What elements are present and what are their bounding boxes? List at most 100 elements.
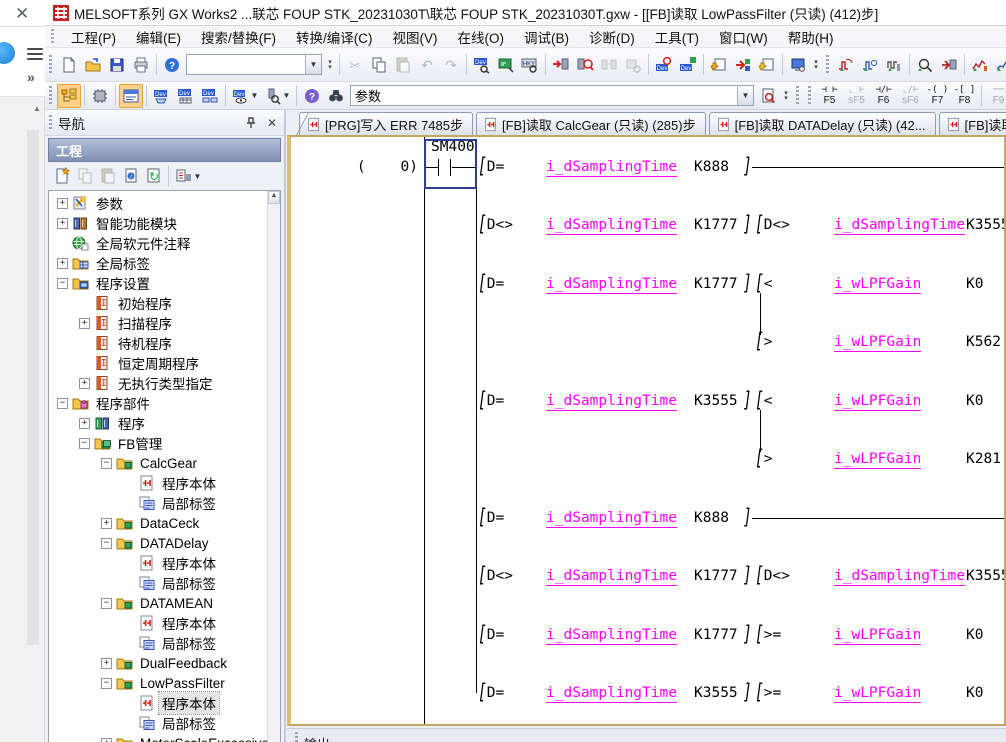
menu-转换/编译[interactable]: 转换/编译(C) — [286, 25, 383, 49]
expand-toggle-icon[interactable]: + — [57, 218, 68, 229]
device-display-button[interactable]: Dev — [174, 84, 198, 108]
tree-item[interactable]: 局部标签 — [49, 573, 266, 593]
panel-grip[interactable] — [49, 115, 52, 131]
save-project-button[interactable] — [105, 53, 129, 77]
ladder-cursor[interactable] — [424, 139, 477, 189]
menu-工具[interactable]: 工具(T) — [645, 25, 709, 49]
find-binoculars-button[interactable] — [324, 84, 348, 108]
menu-窗口[interactable]: 窗口(W) — [709, 25, 778, 49]
tree-item[interactable]: 初始程序 — [49, 293, 266, 313]
editor-tab[interactable]: [FB]读取 DATADelay (只读) (42... — [709, 112, 936, 135]
expand-toggle-icon[interactable]: − — [101, 678, 112, 689]
output-panel[interactable]: 输出 — [287, 728, 1006, 742]
chevron-down-icon[interactable]: ▼ — [737, 86, 753, 105]
menu-搜索/替换[interactable]: 搜索/替换(F) — [191, 25, 286, 49]
chevron-down-icon[interactable]: ▼ — [283, 91, 291, 100]
expand-toggle-icon[interactable]: − — [57, 278, 68, 289]
scroll-up-icon[interactable]: ▲ — [268, 191, 280, 204]
function-block-selection-button[interactable] — [88, 84, 112, 108]
device-label-display-button[interactable]: Dev — [198, 84, 222, 108]
hamburger-menu-icon[interactable] — [27, 45, 43, 63]
toolbar-grip[interactable] — [51, 29, 54, 45]
chevron-down-icon[interactable]: ▼ — [305, 55, 321, 74]
property-button[interactable]: i — [119, 165, 142, 188]
intelligent-monitor-button[interactable] — [937, 53, 961, 77]
tree-item[interactable]: −程序设置 — [49, 273, 266, 293]
device-batch-button[interactable] — [621, 53, 645, 77]
open-project-button[interactable] — [81, 53, 105, 77]
close-panel-icon[interactable]: ✕ — [263, 114, 281, 132]
ladder-symbol-sF6-button[interactable]: ⌞/⊢sF6 — [897, 83, 924, 109]
tree-item[interactable]: −CalcGear — [49, 453, 266, 473]
tree-item[interactable]: +DualFeedback — [49, 653, 266, 673]
tree-item[interactable]: +全局标签 — [49, 253, 266, 273]
device-monitor-2-button[interactable]: Dev — [676, 53, 700, 77]
toolbar-overflow-icon[interactable]: ▾▾ — [810, 54, 822, 76]
write-to-plc-button[interactable] — [549, 53, 573, 77]
menu-视图[interactable]: 视图(V) — [383, 25, 448, 49]
ladder-symbol-F5-button[interactable]: ⊣ ⊢F5 — [816, 83, 843, 109]
ladder-symbol-F9-button[interactable]: ──F9 — [985, 83, 1006, 109]
editor-tab[interactable]: [PRG]写入 ERR 7485步 — [299, 112, 473, 135]
chevron-down-icon[interactable]: ▼ — [251, 91, 259, 100]
monitor-start-button[interactable] — [834, 53, 858, 77]
expand-toggle-icon[interactable]: − — [57, 398, 68, 409]
print-button[interactable] — [129, 53, 153, 77]
expand-toggle-icon[interactable]: + — [101, 518, 112, 529]
tree-item[interactable]: +DataCeck — [49, 513, 266, 533]
sort-filter-button[interactable]: ▼ — [172, 165, 204, 188]
tree-item[interactable]: −程序部件 — [49, 393, 266, 413]
tree-item[interactable]: +智能功能模块 — [49, 213, 266, 233]
tree-item[interactable]: 恒定周期程序 — [49, 353, 266, 373]
panel-grip[interactable] — [295, 732, 298, 742]
tree-item[interactable]: −DATADelay — [49, 533, 266, 553]
tree-item[interactable]: 局部标签 — [49, 493, 266, 513]
navigation-toggle-button[interactable] — [57, 84, 81, 108]
ladder-symbol-F6-button[interactable]: ⊣/⊢F6 — [870, 83, 897, 109]
toolbar-overflow-icon[interactable]: ▾▾ — [780, 85, 792, 107]
toolbar-grip[interactable] — [49, 55, 52, 75]
device-comment-search-button[interactable]: Dev — [470, 53, 494, 77]
paste-item-button[interactable] — [96, 165, 119, 188]
close-icon[interactable]: ✕ — [15, 4, 29, 24]
toolbar-combo[interactable]: ▼ — [186, 54, 322, 75]
tree-item[interactable]: +无执行类型指定 — [49, 373, 266, 393]
refresh-button[interactable]: ↻ — [142, 165, 165, 188]
verify-with-plc-button[interactable] — [597, 53, 621, 77]
copy-button[interactable] — [367, 53, 391, 77]
toolbar-grip[interactable] — [808, 86, 811, 106]
keyword-search-button[interactable]: HKY — [518, 53, 542, 77]
expand-toggle-icon[interactable]: − — [101, 598, 112, 609]
toolbar-overflow-icon[interactable]: ▾▾ — [324, 54, 336, 76]
expand-toggle-icon[interactable]: − — [79, 438, 90, 449]
monitor-stop-button[interactable] — [858, 53, 882, 77]
tree-item[interactable]: −DATAMEAN — [49, 593, 266, 613]
ladder-symbol-F8-button[interactable]: -[ ]F8 — [951, 83, 978, 109]
expand-toggle-icon[interactable]: + — [57, 258, 68, 269]
expand-toggle-icon[interactable]: − — [101, 538, 112, 549]
expand-toggle-icon[interactable]: + — [79, 418, 90, 429]
undo-button[interactable]: ↶ — [415, 53, 439, 77]
cut-button[interactable]: ✂ — [343, 53, 367, 77]
expand-toggle-icon[interactable]: + — [57, 198, 68, 209]
paste-button[interactable] — [391, 53, 415, 77]
ladder-symbol-F7-button[interactable]: -( )F7 — [924, 83, 951, 109]
tree-item[interactable]: 程序本体 — [49, 693, 266, 713]
ladder-symbol-sF5-button[interactable]: ⌞ ⊢sF5 — [843, 83, 870, 109]
expand-toggle-icon[interactable]: + — [101, 738, 112, 742]
editor-tab[interactable]: [FB]读取 CalcGear (只读) (285)步 — [476, 112, 706, 135]
device-comment-display-button[interactable]: Dev — [150, 84, 174, 108]
expand-toggle-icon[interactable]: + — [79, 318, 90, 329]
display-mode-button[interactable]: Dev▼ — [229, 84, 261, 108]
device-search-mode-button[interactable]: ▼ — [261, 84, 293, 108]
tree-item[interactable]: 局部标签 — [49, 633, 266, 653]
tree-item[interactable]: 程序本体 — [49, 553, 266, 573]
pin-icon[interactable] — [242, 114, 260, 132]
scroll-up-icon[interactable]: ▲ — [33, 104, 41, 113]
tree-item[interactable]: 全局软元件注释 — [49, 233, 266, 253]
menu-诊断[interactable]: 诊断(D) — [579, 25, 645, 49]
find-combo-input[interactable] — [351, 87, 737, 104]
collapse-chevrons-icon[interactable]: » — [27, 69, 35, 85]
expand-toggle-icon[interactable]: − — [101, 458, 112, 469]
menu-在线[interactable]: 在线(O) — [448, 25, 515, 49]
